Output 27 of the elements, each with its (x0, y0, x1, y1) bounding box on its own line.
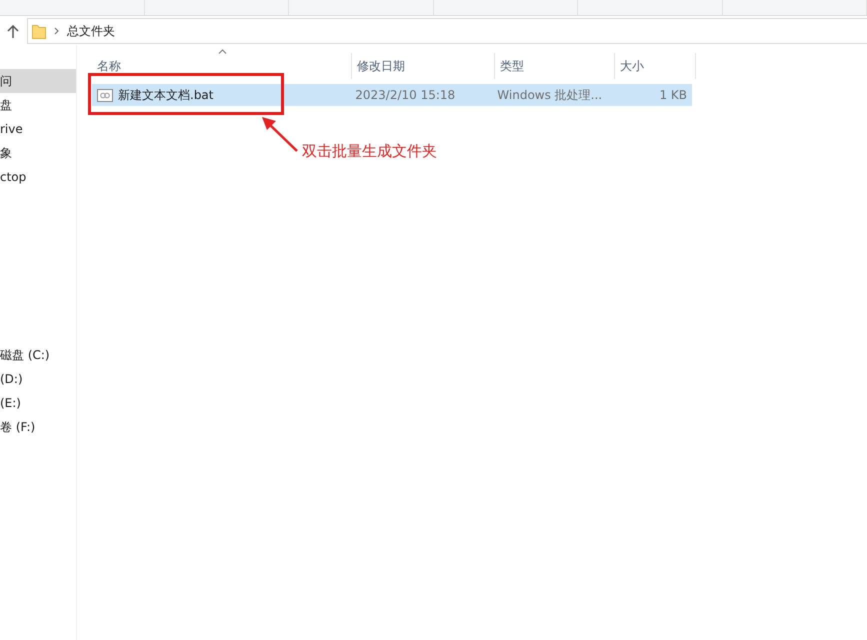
column-header[interactable]: 大小 (615, 53, 696, 79)
table-cell-text: 1 KB (658, 88, 688, 102)
sidebar-item[interactable]: ctop (0, 165, 76, 189)
sidebar-item[interactable]: 问 (0, 69, 76, 93)
sidebar-item[interactable]: rive (0, 117, 76, 141)
file-row[interactable]: 新建文本文档.bat 2023/2/10 15:18 Windows 批处理... 1 KB (92, 84, 692, 106)
address-path[interactable]: 总文件夹 (67, 22, 115, 40)
table-cell-text: Windows 批处理... (496, 86, 604, 104)
annotation-text: 双击批量生成文件夹 (302, 142, 437, 161)
sidebar-item[interactable]: 象 (0, 141, 76, 165)
column-header[interactable]: 类型 (495, 53, 615, 79)
sort-caret-icon (218, 49, 227, 54)
table-cell-text: 2023/2/10 15:18 (354, 88, 456, 102)
address-bar[interactable]: 总文件夹 (27, 18, 867, 44)
column-header[interactable]: 名称 (92, 53, 352, 79)
batch-file-icon (97, 88, 113, 102)
file-name[interactable]: 新建文本文档.bat (118, 86, 214, 104)
folder-icon (32, 24, 46, 38)
sidebar-item[interactable]: (E:) (0, 391, 76, 415)
sidebar-item[interactable]: (D:) (0, 367, 76, 391)
sidebar-item[interactable]: 磁盘 (C:) (0, 343, 76, 367)
chevron-icon[interactable] (54, 27, 59, 35)
up-arrow-icon[interactable] (7, 24, 19, 38)
sidebar-item[interactable]: 卷 (F:) (0, 415, 76, 439)
sidebar-item[interactable]: 盘 (0, 93, 76, 117)
column-header[interactable]: 修改日期 (352, 53, 495, 79)
annotation-arrow (260, 115, 300, 153)
